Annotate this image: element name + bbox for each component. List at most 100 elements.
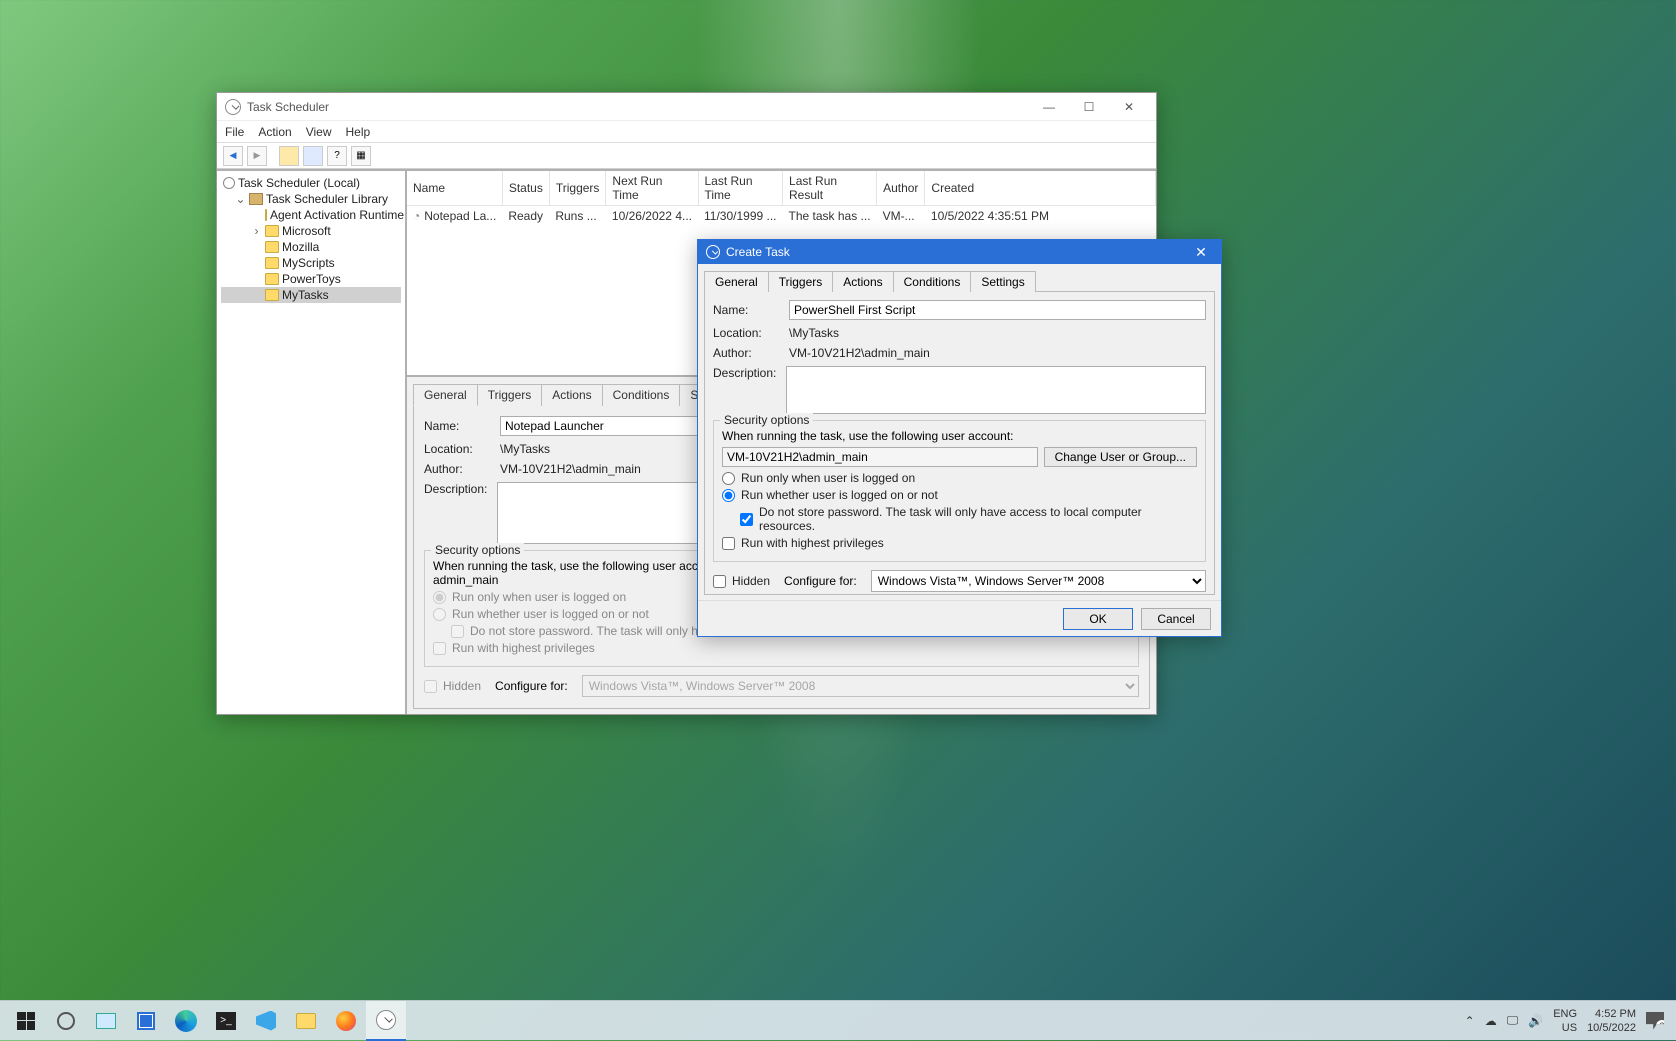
vscode-app[interactable] [246,1001,286,1041]
terminal-icon: >_ [216,1012,236,1030]
titlebar[interactable]: Task Scheduler — ☐ ✕ [217,93,1156,121]
dlg-tab-actions[interactable]: Actions [832,271,893,292]
folder-icon [265,257,279,269]
settings-app[interactable] [46,1001,86,1041]
chevron-up-icon[interactable]: ⌃ [1465,1014,1475,1028]
volume-icon[interactable]: 🔊 [1528,1014,1543,1028]
dlg-highest-priv-check[interactable] [722,537,735,550]
collapse-icon[interactable]: ⌄ [235,192,246,206]
dlg-tab-settings[interactable]: Settings [970,271,1035,292]
explorer-app[interactable] [286,1001,326,1041]
col-last[interactable]: Last Run Time [698,171,783,206]
col-next[interactable]: Next Run Time [606,171,698,206]
edge-app[interactable] [166,1001,206,1041]
tree-item-myscripts[interactable]: MyScripts [221,255,401,271]
cancel-button[interactable]: Cancel [1141,608,1211,630]
tab-general[interactable]: General [413,384,478,406]
folder-icon [265,209,267,221]
configure-label: Configure for: [495,679,568,693]
clock-icon [376,1010,396,1030]
file-icon [137,1012,155,1030]
back-button[interactable] [223,146,243,166]
dlg-tab-conditions[interactable]: Conditions [893,271,972,292]
toolbar-btn-6[interactable]: ▦ [351,146,371,166]
toolbar: ? ▦ [217,143,1156,169]
col-author[interactable]: Author [877,171,925,206]
hidden-check [424,680,437,693]
run-whether-radio [433,608,446,621]
change-user-button[interactable]: Change User or Group... [1044,447,1197,467]
dlg-desc-label: Description: [713,366,776,380]
menu-file[interactable]: File [225,125,244,139]
create-task-dialog: Create Task ✕ General Triggers Actions C… [697,239,1222,637]
dlg-description-input[interactable] [786,366,1206,414]
system-tray: ⌃ ☁ 🖵 🔊 ENGUS 4:52 PM10/5/2022 [1465,1007,1670,1035]
terminal-app[interactable]: >_ [206,1001,246,1041]
task-row[interactable]: Notepad La... Ready Runs ... 10/26/2022 … [407,206,1156,227]
col-status[interactable]: Status [502,171,549,206]
tree-item-agent[interactable]: Agent Activation Runtime [221,207,401,223]
dlg-run-loggedon-radio[interactable] [722,472,735,485]
start-button[interactable] [6,1001,46,1041]
taskview-app[interactable] [86,1001,126,1041]
dlg-author: VM-10V21H2\admin_main [789,346,930,360]
notifications-icon[interactable] [1646,1012,1664,1030]
files-app[interactable] [126,1001,166,1041]
menu-view[interactable]: View [306,125,332,139]
dlg-name-input[interactable] [789,300,1206,320]
dlg-run-whether-radio[interactable] [722,489,735,502]
firefox-app[interactable] [326,1001,366,1041]
tab-triggers[interactable]: Triggers [477,384,543,406]
tree-item-microsoft[interactable]: ›Microsoft [221,223,401,239]
clock[interactable]: 4:52 PM10/5/2022 [1587,1007,1636,1035]
tree-item-mytasks[interactable]: MyTasks [221,287,401,303]
ok-button[interactable]: OK [1063,608,1133,630]
desc-label: Description: [424,482,487,496]
configure-for-combo: Windows Vista™, Windows Server™ 2008 [582,675,1139,697]
col-created[interactable]: Created [925,171,1156,206]
tree-item-powertoys[interactable]: PowerToys [221,271,401,287]
edge-icon [175,1010,197,1032]
forward-button[interactable] [247,146,267,166]
dlg-author-label: Author: [713,346,779,360]
col-triggers[interactable]: Triggers [549,171,606,206]
network-icon[interactable]: 🖵 [1507,1013,1519,1028]
col-result[interactable]: Last Run Result [783,171,877,206]
dlg-configure-combo[interactable]: Windows Vista™, Windows Server™ 2008 [871,570,1206,592]
no-store-pw-check [451,625,464,638]
toolbar-btn-4[interactable] [303,146,323,166]
tab-conditions[interactable]: Conditions [602,384,681,406]
dlg-hidden-check[interactable] [713,575,726,588]
taskbar: >_ ⌃ ☁ 🖵 🔊 ENGUS 4:52 PM10/5/2022 [0,1000,1676,1040]
close-button[interactable]: ✕ [1110,96,1148,118]
tree-library[interactable]: ⌄Task Scheduler Library [221,191,401,207]
toolbar-btn-5[interactable]: ? [327,146,347,166]
clock-icon [706,245,720,259]
dlg-tab-general[interactable]: General [704,271,769,292]
language-indicator[interactable]: ENGUS [1553,1007,1577,1035]
dlg-location-label: Location: [713,326,779,340]
col-name[interactable]: Name [407,171,502,206]
dlg-security-fieldset: Security options When running the task, … [713,420,1206,562]
maximize-button[interactable]: ☐ [1070,96,1108,118]
tree-item-mozilla[interactable]: Mozilla [221,239,401,255]
tree-root[interactable]: Task Scheduler (Local) [221,175,401,191]
author-label: Author: [424,462,490,476]
toolbar-btn-3[interactable] [279,146,299,166]
dlg-tab-triggers[interactable]: Triggers [768,271,834,292]
folder-icon [265,289,279,301]
dlg-security-note: When running the task, use the following… [722,429,1197,443]
dialog-close-button[interactable]: ✕ [1189,244,1213,261]
scheduler-app[interactable] [366,1001,406,1041]
dialog-titlebar[interactable]: Create Task ✕ [698,240,1221,264]
dlg-no-store-pw-check[interactable] [740,513,753,526]
clock-icon [223,177,235,189]
onedrive-icon[interactable]: ☁ [1485,1014,1497,1028]
menu-help[interactable]: Help [346,125,371,139]
minimize-button[interactable]: — [1030,96,1068,118]
tab-actions[interactable]: Actions [541,384,602,406]
menu-action[interactable]: Action [258,125,291,139]
dlg-configure-label: Configure for: [784,574,857,588]
expand-icon[interactable]: › [251,224,262,238]
dlg-location: \MyTasks [789,326,839,340]
